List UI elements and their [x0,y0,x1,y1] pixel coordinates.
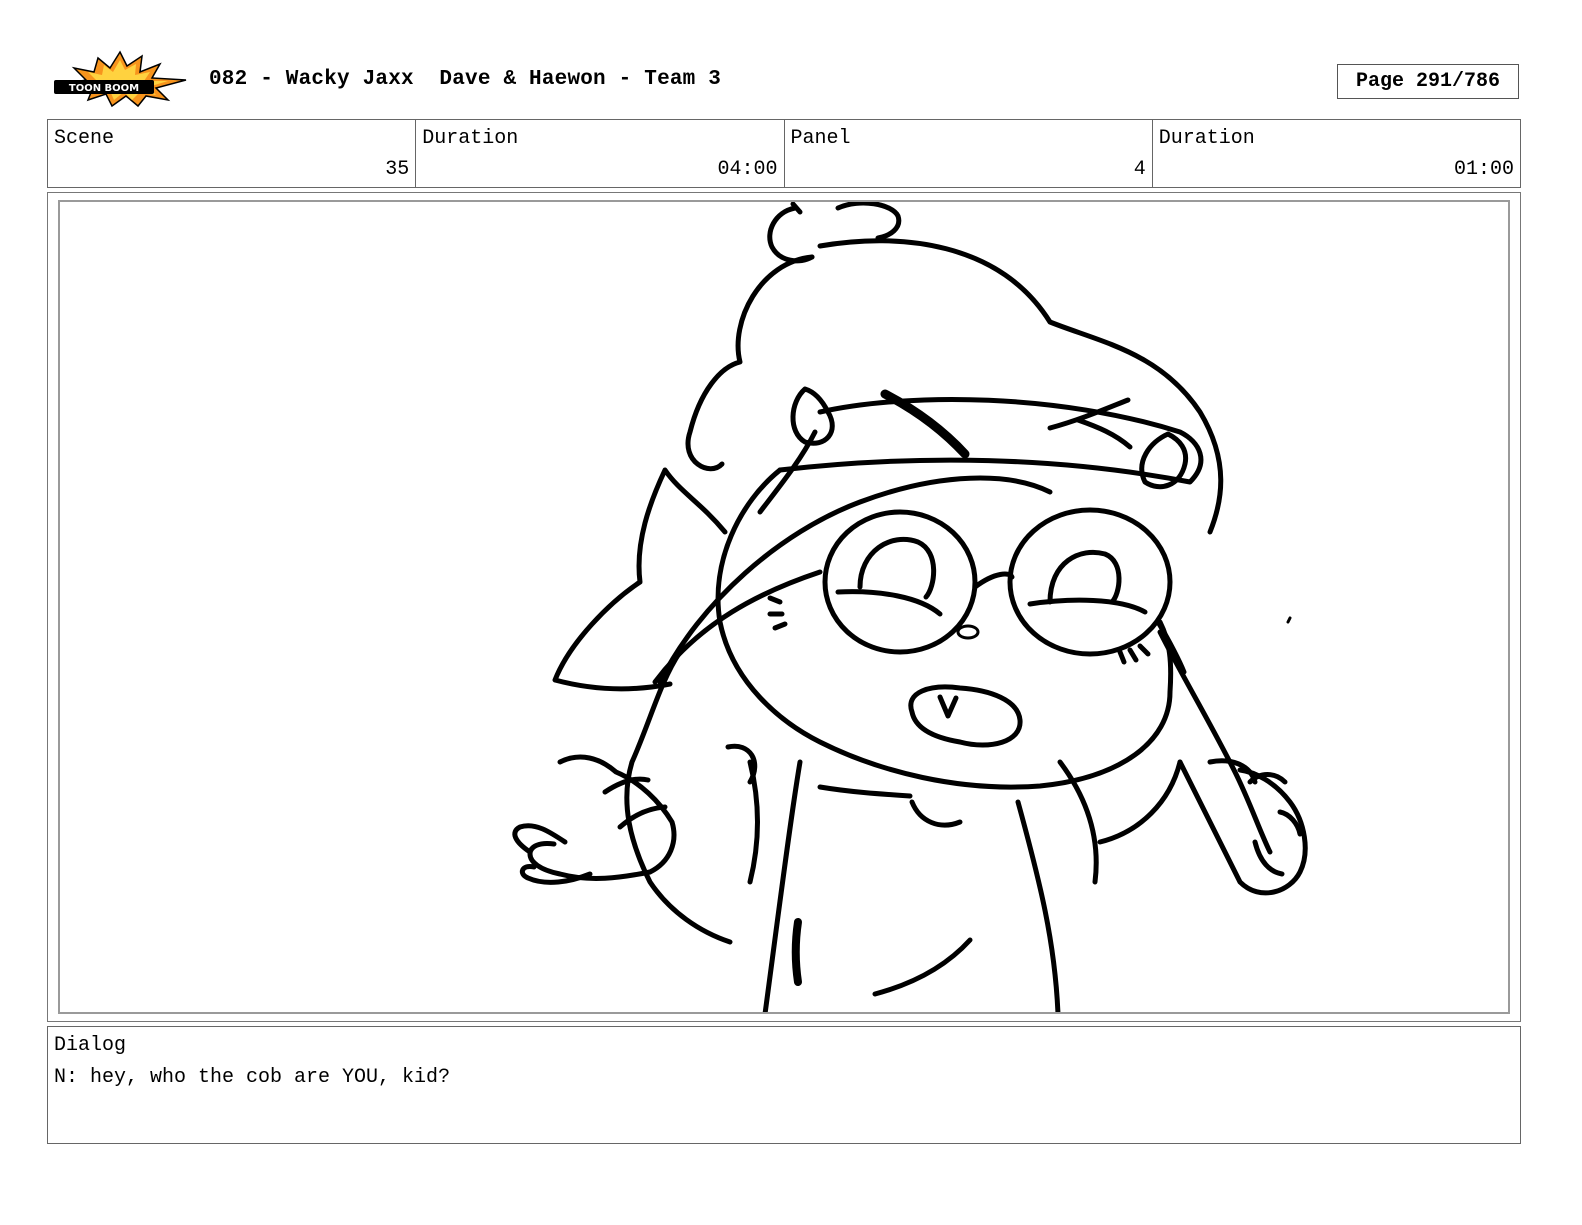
logo-text: TOON BOOM [69,83,139,94]
scene-info-table: Scene 35 Duration 04:00 Panel 4 Duration… [47,119,1521,188]
panel-cell: Panel 4 [785,120,1153,187]
dialog-label: Dialog [54,1034,127,1057]
panel-label: Panel [790,127,851,150]
panel-image-area [58,200,1510,1014]
panel-duration-cell: Duration 01:00 [1153,120,1520,187]
scene-duration-cell: Duration 04:00 [416,120,785,187]
scene-label: Scene [54,127,115,150]
scene-duration-label: Duration [422,127,519,150]
scene-value: 35 [385,158,410,181]
scene-duration-value: 04:00 [717,158,778,181]
page-number: Page 291/786 [1337,64,1519,99]
panel-duration-label: Duration [1158,127,1255,150]
storyboard-title: 082 - Wacky Jaxx Dave & Haewon - Team 3 [209,68,722,91]
panel-value: 4 [1133,158,1146,181]
scene-cell: Scene 35 [48,120,417,187]
character-sketch [512,202,1308,1012]
toon-boom-logo: TOON BOOM [54,50,187,108]
panel-duration-value: 01:00 [1453,158,1514,181]
dialog-box: Dialog N: hey, who the cob are YOU, kid? [47,1026,1521,1144]
dialog-text: N: hey, who the cob are YOU, kid? [54,1066,451,1089]
